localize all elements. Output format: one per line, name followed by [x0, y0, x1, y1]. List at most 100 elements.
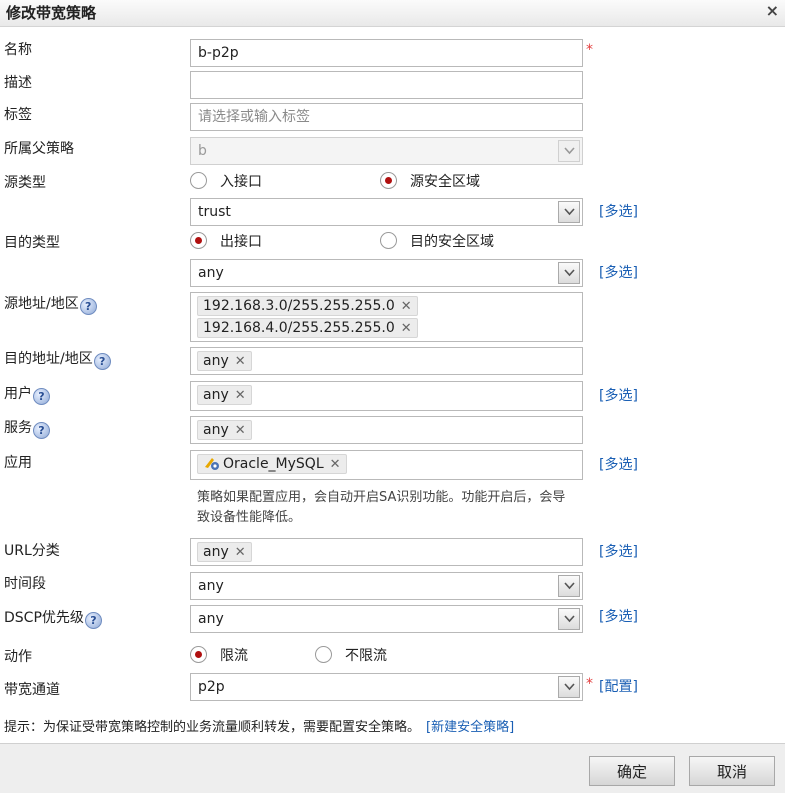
- url-category-field[interactable]: any ✕: [190, 538, 583, 566]
- remove-tag-icon[interactable]: ✕: [235, 545, 246, 560]
- user-label-text: 用户: [4, 386, 32, 402]
- channel-config-link[interactable]: [配置]: [599, 676, 638, 696]
- src-addr-label: 源地址/地区?: [4, 293, 97, 315]
- dst-type-label: 目的类型: [4, 235, 60, 251]
- schedule-select[interactable]: any: [190, 572, 583, 600]
- url-tag: any ✕: [197, 542, 252, 562]
- src-zone-value: trust: [198, 204, 231, 220]
- tag-label: any: [203, 422, 229, 438]
- url-label: URL分类: [4, 543, 60, 559]
- radio-dst-zone[interactable]: [380, 232, 397, 249]
- src-addr-tag: 192.168.3.0/255.255.255.0 ✕: [197, 296, 418, 316]
- src-zone-select[interactable]: trust: [190, 198, 583, 226]
- parent-policy-select: b: [190, 137, 583, 165]
- dst-addr-label: 目的地址/地区?: [4, 348, 111, 370]
- user-field[interactable]: any ✕: [190, 381, 583, 411]
- radio-no-limit-label: 不限流: [345, 648, 387, 664]
- out-interface-select[interactable]: any: [190, 259, 583, 287]
- chevron-down-icon[interactable]: [558, 262, 580, 284]
- user-label: 用户?: [4, 383, 50, 405]
- app-tag: Oracle_MySQL ✕: [197, 454, 347, 474]
- help-icon[interactable]: ?: [79, 298, 97, 315]
- ok-button[interactable]: 确定: [589, 756, 675, 786]
- help-icon[interactable]: ?: [33, 422, 50, 439]
- src-addr-tag: 192.168.4.0/255.255.255.0 ✕: [197, 318, 418, 338]
- parent-label: 所属父策略: [4, 141, 74, 157]
- close-icon[interactable]: ×: [766, 1, 779, 20]
- action-label: 动作: [4, 649, 32, 665]
- tags-input[interactable]: 请选择或输入标签: [190, 103, 583, 131]
- dialog-footer: 确定 取消: [0, 743, 785, 793]
- radio-no-limit[interactable]: [315, 646, 332, 663]
- dscp-label-text: DSCP优先级: [4, 610, 84, 626]
- tip-line: 提示：为保证受带宽策略控制的业务流量顺利转发，需要配置安全策略。 [新建安全策略]: [4, 716, 514, 735]
- required-marker: *: [586, 42, 593, 58]
- tag-label: 192.168.3.0/255.255.255.0: [203, 298, 395, 314]
- service-label: 服务?: [4, 417, 50, 439]
- bandwidth-channel-select[interactable]: p2p: [190, 673, 583, 701]
- application-icon: [205, 458, 219, 470]
- name-field[interactable]: b-p2p: [190, 39, 583, 67]
- src-zone-multi-link[interactable]: [多选]: [599, 201, 638, 221]
- help-icon[interactable]: ?: [84, 612, 102, 629]
- new-security-policy-link[interactable]: [新建安全策略]: [426, 720, 514, 735]
- chevron-down-icon[interactable]: [558, 676, 580, 698]
- remove-tag-icon[interactable]: ✕: [401, 321, 412, 336]
- service-tag: any ✕: [197, 420, 252, 440]
- dscp-value: any: [198, 611, 224, 627]
- radio-src-zone[interactable]: [380, 172, 397, 189]
- remove-tag-icon[interactable]: ✕: [235, 388, 246, 403]
- chevron-down-icon[interactable]: [558, 575, 580, 597]
- dst-addr-tag: any ✕: [197, 351, 252, 371]
- cancel-button[interactable]: 取消: [689, 756, 775, 786]
- tags-label: 标签: [4, 107, 32, 123]
- remove-tag-icon[interactable]: ✕: [330, 457, 341, 472]
- channel-value: p2p: [198, 679, 225, 695]
- tag-label: 192.168.4.0/255.255.255.0: [203, 320, 395, 336]
- dscp-label: DSCP优先级?: [4, 607, 102, 629]
- chevron-down-icon[interactable]: [558, 608, 580, 630]
- parent-policy-value: b: [198, 143, 207, 159]
- remove-tag-icon[interactable]: ✕: [235, 423, 246, 438]
- src-type-label: 源类型: [4, 175, 46, 191]
- dialog-title: 修改带宽策略: [6, 4, 97, 22]
- dscp-multi-link[interactable]: [多选]: [599, 606, 638, 626]
- radio-in-interface[interactable]: [190, 172, 207, 189]
- app-field[interactable]: Oracle_MySQL ✕: [190, 450, 583, 480]
- out-interface-value: any: [198, 265, 224, 281]
- remove-tag-icon[interactable]: ✕: [401, 299, 412, 314]
- schedule-value: any: [198, 578, 224, 594]
- out-interface-multi-link[interactable]: [多选]: [599, 262, 638, 282]
- service-field[interactable]: any ✕: [190, 416, 583, 444]
- tag-label: any: [203, 353, 229, 369]
- chevron-down-icon[interactable]: [558, 201, 580, 223]
- required-marker: *: [586, 676, 593, 692]
- description-field[interactable]: [190, 71, 583, 99]
- desc-label: 描述: [4, 75, 32, 91]
- radio-limit[interactable]: [190, 646, 207, 663]
- tip-text: 提示：为保证受带宽策略控制的业务流量顺利转发，需要配置安全策略。: [4, 720, 421, 735]
- user-tag: any ✕: [197, 385, 252, 405]
- tag-label: any: [203, 544, 229, 560]
- service-label-text: 服务: [4, 420, 32, 436]
- chevron-down-icon: [558, 140, 580, 162]
- app-multi-link[interactable]: [多选]: [599, 454, 638, 474]
- user-multi-link[interactable]: [多选]: [599, 385, 638, 405]
- dst-addr-field[interactable]: any ✕: [190, 347, 583, 375]
- dscp-select[interactable]: any: [190, 605, 583, 633]
- tag-label: Oracle_MySQL: [223, 456, 324, 472]
- channel-label: 带宽通道: [4, 682, 60, 698]
- help-icon[interactable]: ?: [93, 353, 111, 370]
- url-multi-link[interactable]: [多选]: [599, 541, 638, 561]
- radio-in-interface-label: 入接口: [220, 174, 262, 190]
- schedule-label: 时间段: [4, 576, 46, 592]
- radio-out-interface[interactable]: [190, 232, 207, 249]
- remove-tag-icon[interactable]: ✕: [235, 354, 246, 369]
- help-icon[interactable]: ?: [33, 388, 50, 405]
- app-label: 应用: [4, 455, 32, 471]
- dialog-titlebar: 修改带宽策略 ×: [0, 0, 785, 27]
- src-addr-field[interactable]: 192.168.3.0/255.255.255.0 ✕ 192.168.4.0/2…: [190, 292, 583, 342]
- radio-out-interface-label: 出接口: [220, 234, 262, 250]
- dst-addr-label-text: 目的地址/地区: [4, 351, 93, 367]
- radio-limit-label: 限流: [220, 648, 248, 664]
